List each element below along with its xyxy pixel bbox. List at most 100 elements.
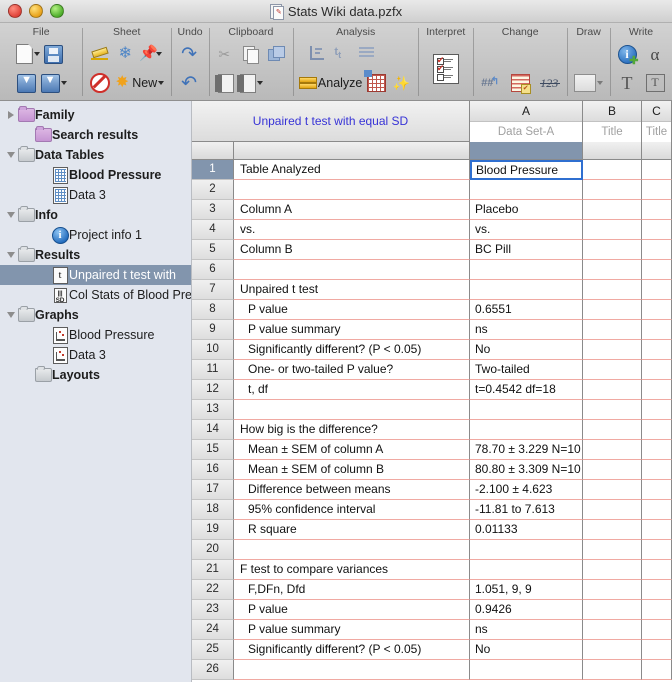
undo-button[interactable]: ↶	[179, 71, 201, 95]
row-header[interactable]: 11	[192, 360, 234, 380]
cell-column-b[interactable]	[583, 240, 642, 260]
cell-column-b[interactable]	[583, 560, 642, 580]
change-format-button[interactable]: ##↰	[479, 71, 501, 95]
copy-button[interactable]	[240, 42, 262, 66]
cell-column-b[interactable]	[583, 640, 642, 660]
cell-column-b[interactable]	[583, 420, 642, 440]
cell-label[interactable]: F test to compare variances	[234, 560, 470, 580]
row-header[interactable]: 24	[192, 620, 234, 640]
corner-cell[interactable]	[192, 142, 234, 159]
cell-column-b[interactable]	[583, 460, 642, 480]
cell-column-b[interactable]	[583, 160, 642, 180]
cell-column-b[interactable]	[583, 580, 642, 600]
cell-label[interactable]: Significantly different? (P < 0.05)	[234, 340, 470, 360]
cell-column-a[interactable]: 80.80 ± 3.309 N=10	[470, 460, 583, 480]
cell-column-c[interactable]	[642, 500, 672, 520]
sidebar-item-data-tables[interactable]: Data Tables	[0, 145, 191, 165]
cell-column-b[interactable]	[583, 260, 642, 280]
disclosure-triangle[interactable]	[4, 312, 17, 318]
cell-column-a[interactable]	[470, 180, 583, 200]
freeze-button[interactable]: ❄	[114, 42, 136, 66]
cell-column-b[interactable]	[583, 300, 642, 320]
cell-column-b[interactable]	[583, 380, 642, 400]
subheader-cell-a[interactable]	[470, 142, 583, 159]
cell-column-b[interactable]	[583, 500, 642, 520]
disclosure-triangle[interactable]	[4, 252, 17, 258]
cell-column-c[interactable]	[642, 160, 672, 180]
disclosure-triangle[interactable]	[4, 212, 17, 218]
cell-column-a[interactable]: Two-tailed	[470, 360, 583, 380]
cell-label[interactable]	[234, 540, 470, 560]
cell-label[interactable]: Table Analyzed	[234, 160, 470, 180]
disclosure-triangle[interactable]	[4, 152, 17, 158]
row-header[interactable]: 23	[192, 600, 234, 620]
zoom-button[interactable]	[50, 4, 64, 18]
cell-column-b[interactable]	[583, 360, 642, 380]
duplicate-button[interactable]	[265, 42, 287, 66]
row-header[interactable]: 8	[192, 300, 234, 320]
save-as-button[interactable]	[41, 71, 67, 95]
minimize-button[interactable]	[29, 4, 43, 18]
cell-column-c[interactable]	[642, 580, 672, 600]
cell-column-c[interactable]	[642, 260, 672, 280]
cell-column-b[interactable]	[583, 480, 642, 500]
cell-label[interactable]: Column B	[234, 240, 470, 260]
analysis-wand-button[interactable]: ✨	[390, 71, 412, 95]
cell-label[interactable]	[234, 180, 470, 200]
redo-button[interactable]: ↷	[179, 42, 201, 66]
cell-column-c[interactable]	[642, 620, 672, 640]
cell-column-c[interactable]	[642, 220, 672, 240]
cell-column-a[interactable]: -2.100 ± 4.623	[470, 480, 583, 500]
row-header[interactable]: 22	[192, 580, 234, 600]
row-header[interactable]: 14	[192, 420, 234, 440]
analyze-t-button[interactable]: tt	[332, 42, 354, 66]
row-header[interactable]: 4	[192, 220, 234, 240]
cell-column-c[interactable]	[642, 380, 672, 400]
interpret-checklist-button[interactable]: ✔ ✔	[433, 54, 459, 84]
cell-column-a[interactable]: ns	[470, 320, 583, 340]
subheader-cell-c[interactable]	[642, 142, 672, 159]
cut-button[interactable]: ✂	[215, 42, 237, 66]
row-header[interactable]: 6	[192, 260, 234, 280]
cell-label[interactable]: P value summary	[234, 320, 470, 340]
cell-label[interactable]: How big is the difference?	[234, 420, 470, 440]
cell-label[interactable]: Mean ± SEM of column B	[234, 460, 470, 480]
cell-column-c[interactable]	[642, 520, 672, 540]
disclosure-triangle[interactable]	[4, 111, 17, 119]
subheader-label-cell[interactable]	[234, 142, 470, 159]
cell-column-a[interactable]: t=0.4542 df=18	[470, 380, 583, 400]
cell-label[interactable]: P value	[234, 300, 470, 320]
column-header-c[interactable]: C Title	[642, 101, 672, 141]
row-header[interactable]: 19	[192, 520, 234, 540]
analyze-button[interactable]: Analyze	[299, 71, 362, 95]
cell-column-c[interactable]	[642, 340, 672, 360]
row-header[interactable]: 9	[192, 320, 234, 340]
cell-column-c[interactable]	[642, 420, 672, 440]
sidebar-item-project-info-1[interactable]: iProject info 1	[0, 225, 191, 245]
cell-label[interactable]: Column A	[234, 200, 470, 220]
cell-column-a[interactable]	[470, 540, 583, 560]
cell-column-a[interactable]: -11.81 to 7.613	[470, 500, 583, 520]
row-header[interactable]: 20	[192, 540, 234, 560]
cell-column-a[interactable]: No	[470, 640, 583, 660]
draw-shape-button[interactable]	[574, 71, 603, 95]
new-file-button[interactable]	[16, 42, 40, 66]
sidebar-item-data-3[interactable]: Data 3	[0, 185, 191, 205]
cell-column-c[interactable]	[642, 200, 672, 220]
row-header[interactable]: 13	[192, 400, 234, 420]
cell-column-b[interactable]	[583, 600, 642, 620]
cell-column-c[interactable]	[642, 480, 672, 500]
cell-column-a[interactable]: 0.6551	[470, 300, 583, 320]
save-button[interactable]	[16, 71, 38, 95]
cell-label[interactable]: Unpaired t test	[234, 280, 470, 300]
text-box-button[interactable]: T	[644, 71, 666, 95]
cell-column-c[interactable]	[642, 360, 672, 380]
change-table-button[interactable]: ✔	[509, 71, 531, 95]
cell-column-a[interactable]: 1.051, 9, 9	[470, 580, 583, 600]
cell-column-a[interactable]	[470, 420, 583, 440]
cell-column-c[interactable]	[642, 660, 672, 680]
cell-column-b[interactable]	[583, 220, 642, 240]
cell-column-a[interactable]: vs.	[470, 220, 583, 240]
analyze-summary-button[interactable]	[357, 42, 379, 66]
row-header[interactable]: 2	[192, 180, 234, 200]
